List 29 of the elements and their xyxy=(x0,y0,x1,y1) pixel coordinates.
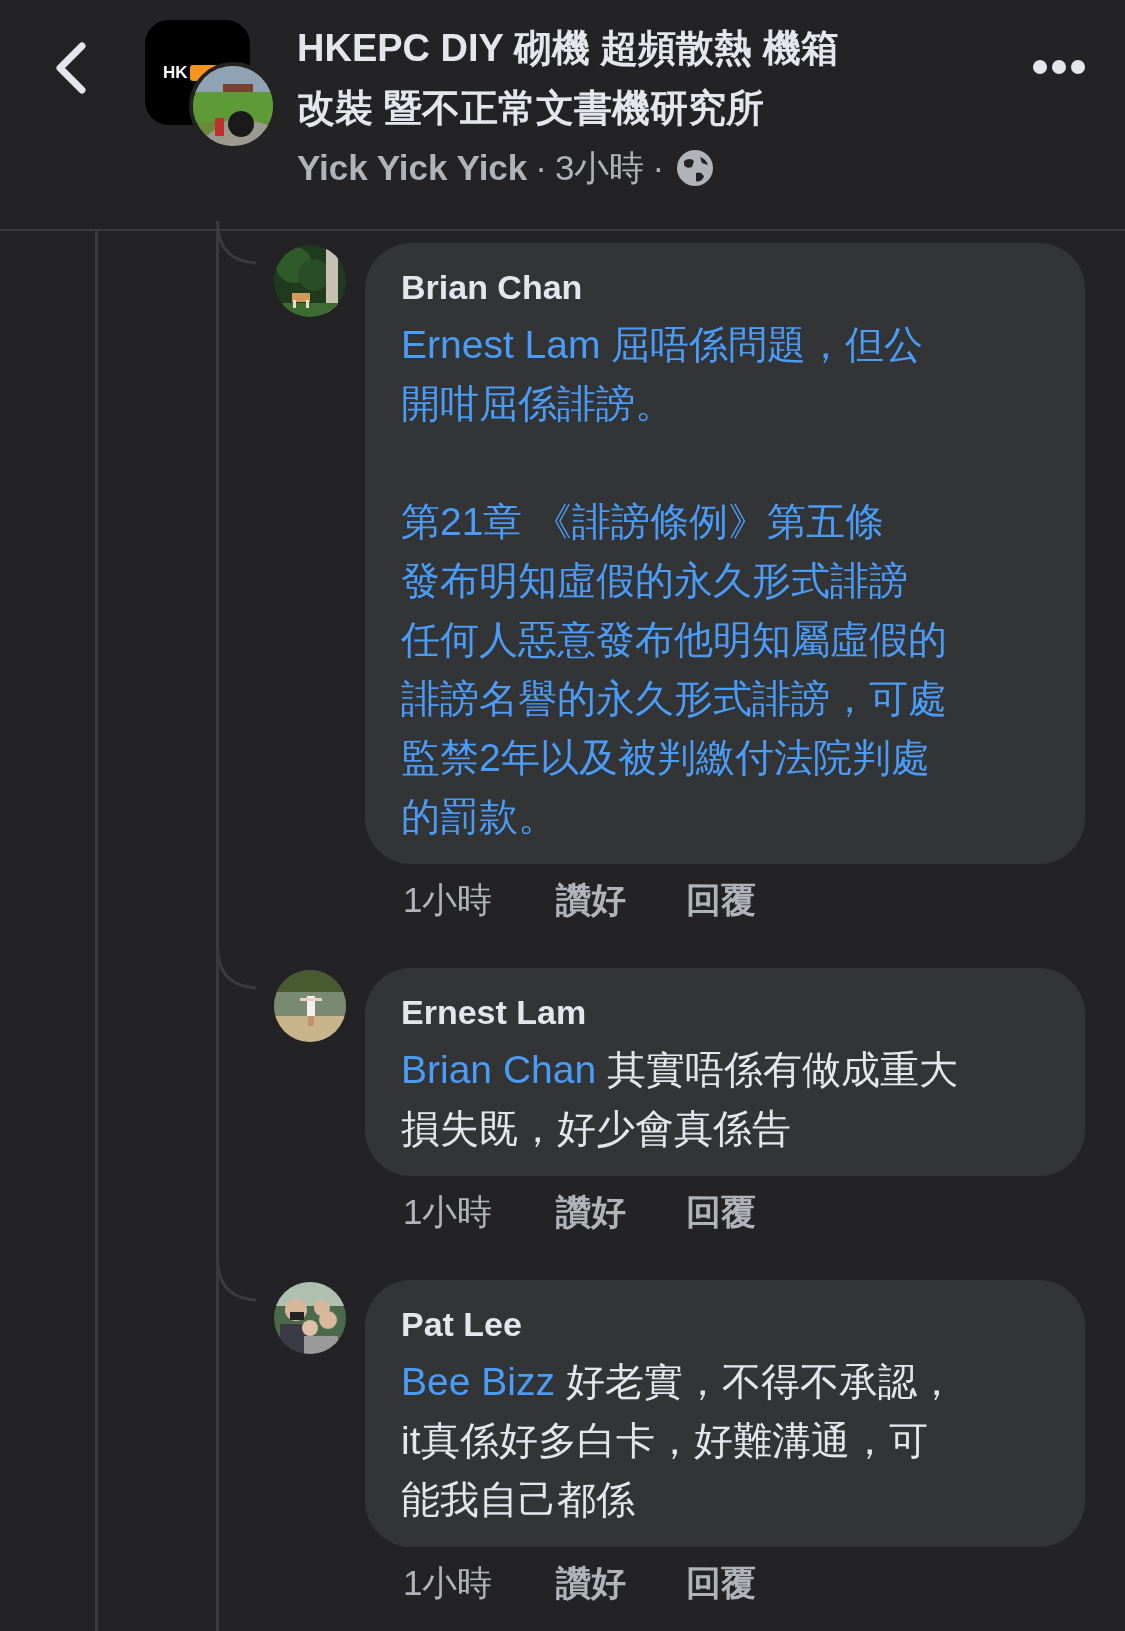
commenter-name[interactable]: Ernest Lam xyxy=(401,984,1055,1040)
like-button[interactable]: 讚好 xyxy=(556,878,686,922)
commenter-name[interactable]: Pat Lee xyxy=(401,1296,1055,1352)
like-button[interactable]: 讚好 xyxy=(556,1561,686,1605)
separator: · xyxy=(652,147,665,189)
more-icon[interactable] xyxy=(1033,60,1085,74)
comment-time: 1小時 xyxy=(403,879,494,921)
reply-button[interactable]: 回覆 xyxy=(686,878,756,922)
separator: · xyxy=(535,147,547,189)
comment-time: 1小時 xyxy=(403,1191,494,1233)
commenter-name[interactable]: Brian Chan xyxy=(401,259,1055,315)
mention-link[interactable]: Bee Bizz xyxy=(401,1360,555,1403)
reply-button[interactable]: 回覆 xyxy=(686,1561,756,1605)
logo-text: HK xyxy=(163,62,188,83)
mention-link[interactable]: Ernest Lam xyxy=(401,323,601,366)
mention-link[interactable]: Brian Chan xyxy=(401,1048,597,1091)
comment-text: 第21章 《誹謗條例》第五條 xyxy=(401,499,886,545)
comment-text: 發布明知虛假的永久形式誹謗 xyxy=(401,558,909,604)
author-name[interactable]: Yick Yick Yick xyxy=(297,146,528,190)
globe-icon xyxy=(676,149,715,187)
comment-text: Brian Chan 其實唔係有做成重大損失既，好少會真係告 xyxy=(401,1047,958,1152)
comment-text: Bee Bizz 好老實，不得不承認，it真係好多白卡，好難溝通，可能我自己都係 xyxy=(401,1359,957,1523)
comment-text: Ernest Lam 屈唔係問題，但公開咁屈係誹謗。 xyxy=(401,322,925,427)
like-button[interactable]: 讚好 xyxy=(556,1190,686,1234)
group-name[interactable]: HKEPC DIY 砌機 超頻散熱 機箱改裝 暨不正常文書機研究所 xyxy=(297,18,857,138)
reply-button[interactable]: 回覆 xyxy=(686,1190,756,1234)
comment-text: 任何人惡意發布他明知屬虛假的誹謗名譽的永久形式誹謗，可處監禁2年以及被判繳付法院判處的罰款。 xyxy=(401,617,948,840)
comment-time: 1小時 xyxy=(403,1562,494,1604)
post-time: 3小時 xyxy=(554,147,645,189)
